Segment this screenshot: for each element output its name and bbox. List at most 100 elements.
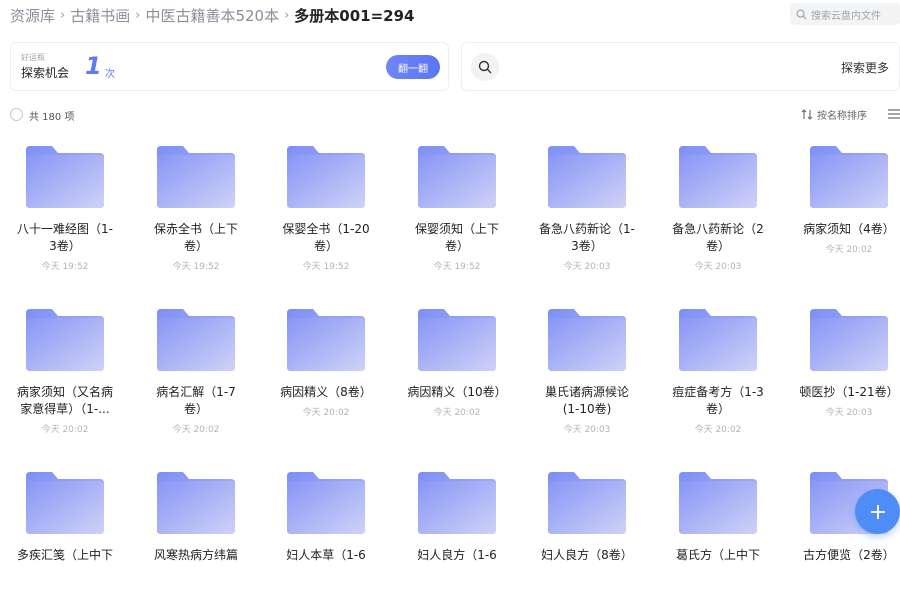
add-button[interactable] [855, 489, 900, 534]
folder-icon [546, 470, 628, 536]
folder-icon [808, 144, 890, 210]
folder-name-line: 卷） [705, 402, 730, 416]
folder-name-line: 妇人良方（8卷） [541, 548, 633, 562]
folder-name-line: 风寒热病方纬篇 [153, 548, 238, 562]
folder-item[interactable]: 病因精义（10卷） 今天 20:02 [402, 297, 512, 447]
folder-item[interactable]: 病因精义（8卷） 今天 20:02 [271, 297, 381, 447]
folder-modified-time: 今天 20:02 [302, 408, 350, 418]
folder-item[interactable]: 巢氏诸病源候论 (1-10卷) 今天 20:03 [532, 297, 642, 447]
folder-icon [677, 307, 759, 373]
select-all-checkbox[interactable] [10, 108, 23, 121]
folder-icon [24, 307, 106, 373]
folder-modified-time: 今天 20:02 [694, 425, 742, 435]
folder-modified-time: 今天 20:03 [563, 262, 611, 272]
folder-item[interactable]: 妇人良方（1-6 [402, 460, 512, 610]
plus-icon [870, 504, 885, 519]
folder-name-line: 病家须知（又名病 [16, 385, 113, 399]
folder-modified-time: 今天 19:52 [41, 262, 89, 272]
folder-icon [285, 470, 367, 536]
folder-item[interactable]: 葛氏方（上中下 [663, 460, 773, 610]
folder-item[interactable]: 备急八药新论（1- 3卷） 今天 20:03 [532, 134, 642, 284]
folder-item[interactable]: 顿医抄（1-21卷） 今天 20:03 [794, 297, 900, 447]
chance-count: 1 [85, 52, 102, 80]
chance-unit: 次 [105, 69, 115, 80]
folder-item[interactable]: 多疾汇笺（上中下 [10, 460, 120, 610]
lucky-bottle-label: 好运瓶 [21, 53, 45, 62]
folder-item[interactable]: 备急八药新论（2 卷） 今天 20:03 [663, 134, 773, 284]
breadcrumb-item-resources[interactable]: 资源库 [10, 5, 55, 26]
sort-button[interactable]: 按名称排序 [801, 107, 867, 122]
folder-item[interactable]: 妇人良方（8卷） [532, 460, 642, 610]
folder-name-line: 家意得草）（1-... [20, 402, 110, 416]
folder-name-line: 3卷） [571, 239, 603, 253]
folder-name: 保赤全书（上下 卷） [141, 221, 251, 255]
breadcrumb: 资源库 › 古籍书画 › 中医古籍善本520本 › 多册本001=294 [10, 4, 414, 26]
search-input[interactable]: 搜索云盘内文件 [790, 3, 900, 25]
folder-item[interactable]: 保婴全书（1-20 卷） 今天 19:52 [271, 134, 381, 284]
folder-name-line: 病因精义（10卷） [407, 385, 507, 399]
folder-name-line: 葛氏方（上中下 [675, 548, 760, 562]
folder-name: 妇人良方（1-6 [402, 547, 512, 564]
folder-icon [546, 144, 628, 210]
folder-name: 保婴全书（1-20 卷） [271, 221, 381, 255]
folder-name-line: (1-10卷) [562, 402, 612, 416]
list-view-menu-icon[interactable] [888, 109, 900, 119]
folder-icon [546, 307, 628, 373]
folder-modified-time: 今天 20:03 [694, 262, 742, 272]
folder-name: 顿医抄（1-21卷） [794, 384, 900, 401]
folder-name-line: 多疾汇笺（上中下 [16, 548, 113, 562]
folder-item[interactable]: 风寒热病方纬篇 [141, 460, 251, 610]
folder-name-line: 备急八药新论（1- [539, 222, 635, 236]
folder-item[interactable]: 保赤全书（上下 卷） 今天 19:52 [141, 134, 251, 284]
folder-icon [416, 470, 498, 536]
folder-name: 葛氏方（上中下 [663, 547, 773, 564]
sort-label: 按名称排序 [817, 111, 867, 122]
folder-name-line: 卷） [444, 239, 469, 253]
folder-name-line: 八十一难经图（1- [17, 222, 113, 236]
folder-modified-time: 今天 20:02 [433, 408, 481, 418]
folder-name-line: 保婴全书（1-20 [282, 222, 370, 236]
folder-icon [24, 144, 106, 210]
folder-icon [155, 144, 237, 210]
folder-item[interactable]: 痘症备考方（1-3 卷） 今天 20:02 [663, 297, 773, 447]
breadcrumb-separator: › [135, 7, 141, 23]
folder-item[interactable]: 病家须知（4卷） 今天 20:02 [794, 134, 900, 284]
folder-name: 病因精义（8卷） [271, 384, 381, 401]
folder-name: 八十一难经图（1- 3卷） [10, 221, 120, 255]
folder-icon [155, 307, 237, 373]
folder-item[interactable]: 病名汇解（1-7 卷） 今天 20:02 [141, 297, 251, 447]
folder-name-line: 妇人良方（1-6 [417, 548, 497, 562]
folder-name-line: 3卷） [49, 239, 81, 253]
explore-card[interactable]: 探索更多 [461, 42, 900, 91]
search-icon[interactable] [471, 53, 499, 81]
folder-name-line: 卷） [313, 239, 338, 253]
folder-name-line: 病名汇解（1-7 [156, 385, 236, 399]
folder-item[interactable]: 保婴须知（上下 卷） 今天 19:52 [402, 134, 512, 284]
folder-name: 妇人本草（1-6 [271, 547, 381, 564]
folder-name-line: 备急八药新论（2 [672, 222, 764, 236]
folder-item[interactable]: 病家须知（又名病 家意得草）（1-... 今天 20:02 [10, 297, 120, 447]
folder-icon [285, 144, 367, 210]
folder-modified-time: 今天 20:02 [172, 425, 220, 435]
explore-more-link[interactable]: 探索更多 [841, 59, 889, 76]
breadcrumb-item-ancient-books[interactable]: 古籍书画 [70, 5, 130, 26]
list-toolbar: 共 180 项 按名称排序 [0, 104, 900, 124]
flip-button[interactable]: 翻一翻 [386, 55, 440, 79]
folder-name-line: 病家须知（4卷） [803, 222, 895, 236]
folder-name: 痘症备考方（1-3 卷） [663, 384, 773, 418]
folder-name-line: 痘症备考方（1-3 [672, 385, 764, 399]
folder-name: 多疾汇笺（上中下 [10, 547, 120, 564]
folder-item[interactable]: 妇人本草（1-6 [271, 460, 381, 610]
folder-modified-time: 今天 19:52 [302, 262, 350, 272]
breadcrumb-item-tcm-books[interactable]: 中医古籍善本520本 [145, 5, 279, 26]
folder-name-line: 古方便览（2卷） [803, 548, 895, 562]
folder-name: 备急八药新论（2 卷） [663, 221, 773, 255]
folder-name: 备急八药新论（1- 3卷） [532, 221, 642, 255]
folder-item[interactable]: 八十一难经图（1- 3卷） 今天 19:52 [10, 134, 120, 284]
folder-name-line: 妇人本草（1-6 [286, 548, 366, 562]
folder-name-line: 顿医抄（1-21卷） [799, 385, 899, 399]
folder-item[interactable]: 古方便览（2卷） [794, 460, 900, 610]
folder-name-line: 卷） [183, 239, 208, 253]
folder-icon [677, 470, 759, 536]
search-placeholder: 搜索云盘内文件 [811, 10, 881, 22]
